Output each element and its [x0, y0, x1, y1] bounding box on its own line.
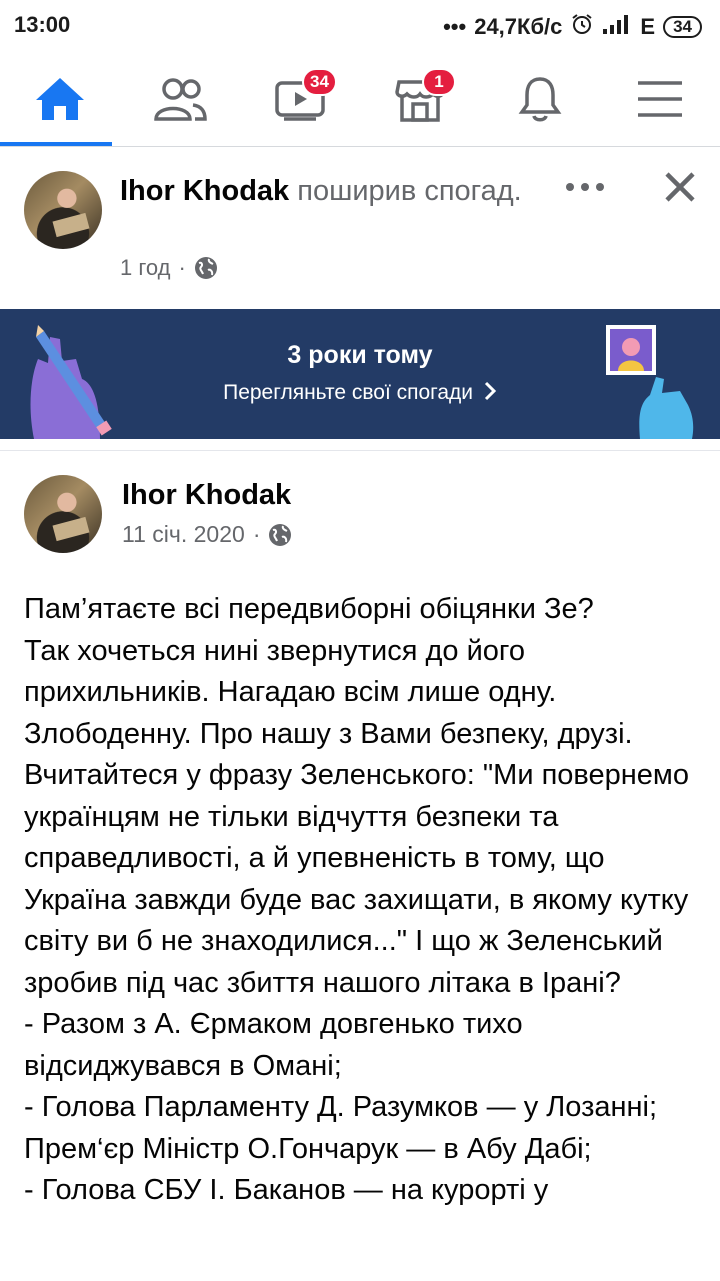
- original-post-date[interactable]: 11 січ. 2020: [122, 521, 245, 548]
- hand-pencil-illustration: [30, 325, 112, 439]
- original-post-author[interactable]: Ihor Khodak: [122, 477, 291, 513]
- post-time[interactable]: 1 год: [120, 255, 170, 281]
- dots-icon: •••: [443, 14, 467, 39]
- signal-icon: [602, 13, 632, 41]
- nav-friends[interactable]: [120, 52, 240, 146]
- more-options-button[interactable]: [560, 167, 610, 207]
- friends-icon: [154, 78, 207, 121]
- status-time: 13:00: [14, 12, 71, 37]
- bell-icon: [518, 77, 562, 122]
- top-nav-bar: 34 1: [0, 52, 720, 147]
- network-speed: 24,7Кб/с: [474, 14, 563, 39]
- chevron-right-icon: [484, 381, 497, 401]
- watch-badge: 34: [302, 68, 337, 96]
- original-post-meta: 11 січ. 2020 ·: [122, 521, 292, 548]
- share-action-text: поширив спогад.: [297, 175, 522, 207]
- nav-notifications[interactable]: [480, 52, 600, 146]
- nav-watch[interactable]: 34: [240, 52, 360, 146]
- close-icon: [665, 172, 695, 202]
- nav-home[interactable]: [0, 52, 120, 146]
- author-name[interactable]: Ihor Khodak: [120, 175, 289, 207]
- nav-marketplace[interactable]: 1: [360, 52, 480, 146]
- memories-banner[interactable]: 3 роки тому Перегляньте свої спогади: [0, 309, 720, 439]
- globe-icon: [194, 257, 217, 279]
- alarm-icon: [570, 12, 594, 42]
- more-dots-icon: [566, 183, 604, 191]
- status-indicators: ••• 24,7Кб/с E 34: [443, 12, 702, 42]
- nav-menu[interactable]: [600, 52, 720, 146]
- network-type: E: [640, 14, 656, 39]
- original-post-avatar[interactable]: [24, 475, 102, 553]
- battery-indicator: 34: [663, 16, 702, 38]
- original-post-card: Ihor Khodak 11 січ. 2020 · Пам’ятаєте вс…: [0, 450, 720, 1281]
- post-meta: 1 год ·: [120, 255, 218, 281]
- meta-separator: ·: [178, 255, 186, 280]
- photo-hand-illustration: [606, 325, 694, 439]
- banner-subtitle-text: Перегляньте свої спогади: [223, 381, 474, 404]
- hamburger-menu-icon: [638, 81, 682, 117]
- globe-icon: [269, 523, 292, 546]
- shared-memory-post-header: Ihor Khodak поширив спогад. 1 год ·: [0, 147, 720, 307]
- home-icon: [36, 78, 84, 120]
- avatar[interactable]: [24, 171, 102, 249]
- marketplace-badge: 1: [422, 68, 456, 96]
- close-button[interactable]: [656, 165, 704, 209]
- meta-separator: ·: [252, 521, 261, 547]
- post-headline: Ihor Khodak поширив спогад.: [120, 171, 550, 211]
- status-bar: 13:00 ••• 24,7Кб/с E 34: [0, 0, 720, 52]
- post-body-text: Пам’ятаєте всі передвиборні обіцянки Зе?…: [24, 593, 689, 1206]
